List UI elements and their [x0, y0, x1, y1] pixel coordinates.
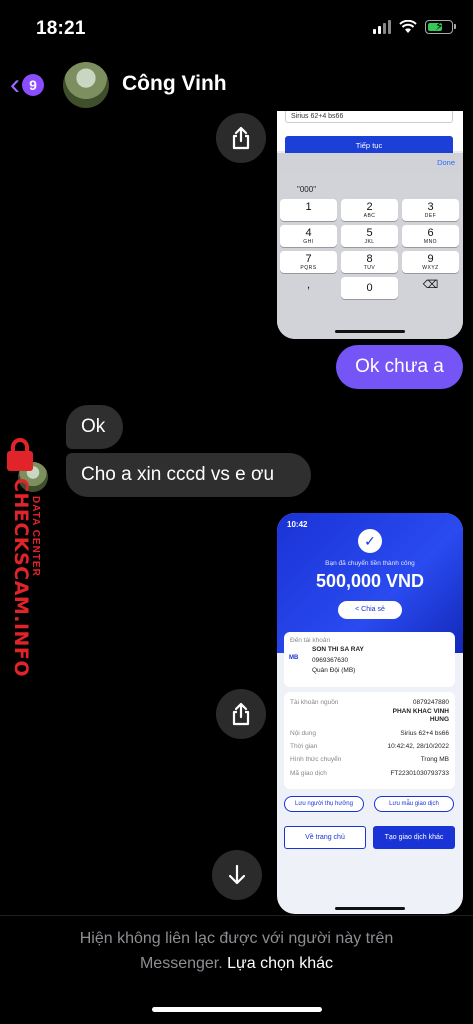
- share-icon: [232, 702, 250, 726]
- chevron-left-icon: ‹: [10, 68, 20, 101]
- back-button[interactable]: ‹ 9: [10, 70, 44, 100]
- recipient-name: SON THI SA RAY: [312, 646, 364, 653]
- watermark: CHECKSCAM.INFO DATA CENTER: [2, 438, 52, 678]
- chat-header: ‹ 9 Công Vinh: [0, 58, 473, 112]
- recipient-bank: Quân Đội (MB): [312, 667, 356, 674]
- cellular-signal-icon: [373, 20, 391, 34]
- key-6: 6 MNO: [402, 225, 459, 247]
- share-button[interactable]: [216, 689, 266, 739]
- key-5: 5 JKL: [341, 225, 398, 247]
- detail-row: Tài khoản nguồn 0879247880: [290, 699, 449, 706]
- home-indicator: [335, 330, 405, 333]
- outgoing-message[interactable]: Ok chưa a: [336, 345, 463, 389]
- detail-row: HUNG: [429, 716, 449, 723]
- key-4: 4 GHI: [280, 225, 337, 247]
- wifi-icon: [399, 20, 417, 33]
- key-1: 1: [280, 199, 337, 221]
- contact-name[interactable]: Công Vinh: [122, 72, 227, 96]
- detail-row: Nội dung Sirius 62+4 bs66: [290, 730, 449, 737]
- backspace-icon: ⌫: [422, 279, 439, 291]
- transfer-receipt-image[interactable]: 10:42 ✓ Bạn đã chuyển tiền thành công 50…: [277, 513, 463, 914]
- mb-logo-icon: MB: [289, 655, 299, 661]
- share-button[interactable]: [216, 113, 266, 163]
- arrow-down-icon: [228, 864, 246, 885]
- status-icons: ⚡: [373, 19, 456, 34]
- incoming-message[interactable]: Ok: [66, 405, 123, 449]
- to-account-label: Đến tài khoản: [290, 637, 331, 644]
- unread-badge: 9: [22, 74, 44, 96]
- recipient-account: 0969367630: [312, 657, 349, 664]
- recipient-card: Đến tài khoản MB SON THI SA RAY 09693676…: [284, 632, 455, 687]
- incoming-message[interactable]: Cho a xin cccd vs e ơu: [66, 453, 311, 497]
- keyboard-toolbar: Done: [277, 153, 463, 171]
- home-indicator: [335, 907, 405, 910]
- done-label: Done: [437, 158, 455, 167]
- transfer-amount: 500,000 VND: [315, 571, 425, 591]
- home-button: Về trang chủ: [284, 826, 366, 849]
- key-7: 7 PQRS: [280, 251, 337, 273]
- share-chip: < Chia sẻ: [338, 601, 402, 619]
- new-transaction-button: Tạo giao dịch khác: [373, 826, 455, 849]
- scroll-to-bottom-button[interactable]: [212, 850, 262, 900]
- key-2: 2 ABC: [341, 199, 398, 221]
- share-icon: [232, 126, 250, 150]
- key-comma: ,: [306, 279, 311, 291]
- home-indicator[interactable]: [152, 1007, 322, 1012]
- key-3: 3 DEF: [402, 199, 459, 221]
- detail-row: Thời gian 10:42:42, 28/10/2022: [290, 743, 449, 750]
- battery-icon: ⚡: [425, 19, 456, 34]
- contact-avatar[interactable]: [63, 62, 109, 108]
- keypad-screenshot-image[interactable]: Sirius 62+4 bs66 Tiếp tục Done "000" 1 2…: [277, 111, 463, 339]
- save-recipient-button: Lưu người thụ hưởng: [284, 796, 364, 812]
- checkmark-icon: ✓: [358, 529, 382, 553]
- save-template-button: Lưu mẫu giao dịch: [374, 796, 454, 812]
- watermark-center: DATA CENTER: [30, 496, 41, 577]
- share-small-icon: <: [355, 606, 360, 613]
- key-0: 0: [341, 277, 398, 299]
- content-field: Sirius 62+4 bs66: [285, 111, 453, 123]
- detail-row: Hình thức chuyển Trong MB: [290, 756, 449, 763]
- watermark-site: CHECKSCAM.INFO: [10, 478, 32, 678]
- status-time: 18:21: [36, 18, 86, 39]
- numeric-keypad: "000" 1 2 ABC 3 DEF 4 GHI 5 JKL 6 MNO 7 PQRS 8…: [277, 171, 463, 339]
- unavailable-notice: Hiện không liên lạc được với người này t…: [40, 926, 433, 976]
- footer-divider: [0, 915, 473, 916]
- keyboard-suggestion: "000": [297, 185, 317, 194]
- receipt-time: 10:42: [287, 520, 308, 529]
- success-text: Bạn đã chuyển tiền thành công: [325, 560, 415, 567]
- other-options-link[interactable]: Lựa chọn khác: [227, 955, 333, 972]
- detail-row: PHAN KHAC VINH: [392, 708, 449, 715]
- transaction-details-card: Tài khoản nguồn 0879247880 PHAN KHAC VINH…: [284, 692, 455, 789]
- form-area: Sirius 62+4 bs66 Tiếp tục: [277, 111, 463, 156]
- key-8: 8 TUV: [341, 251, 398, 273]
- lock-icon: [7, 438, 33, 472]
- detail-row: Mã giao dịch FT22301030793733: [290, 770, 449, 777]
- status-bar: 18:21 ⚡: [0, 0, 473, 58]
- key-9: 9 WXYZ: [402, 251, 459, 273]
